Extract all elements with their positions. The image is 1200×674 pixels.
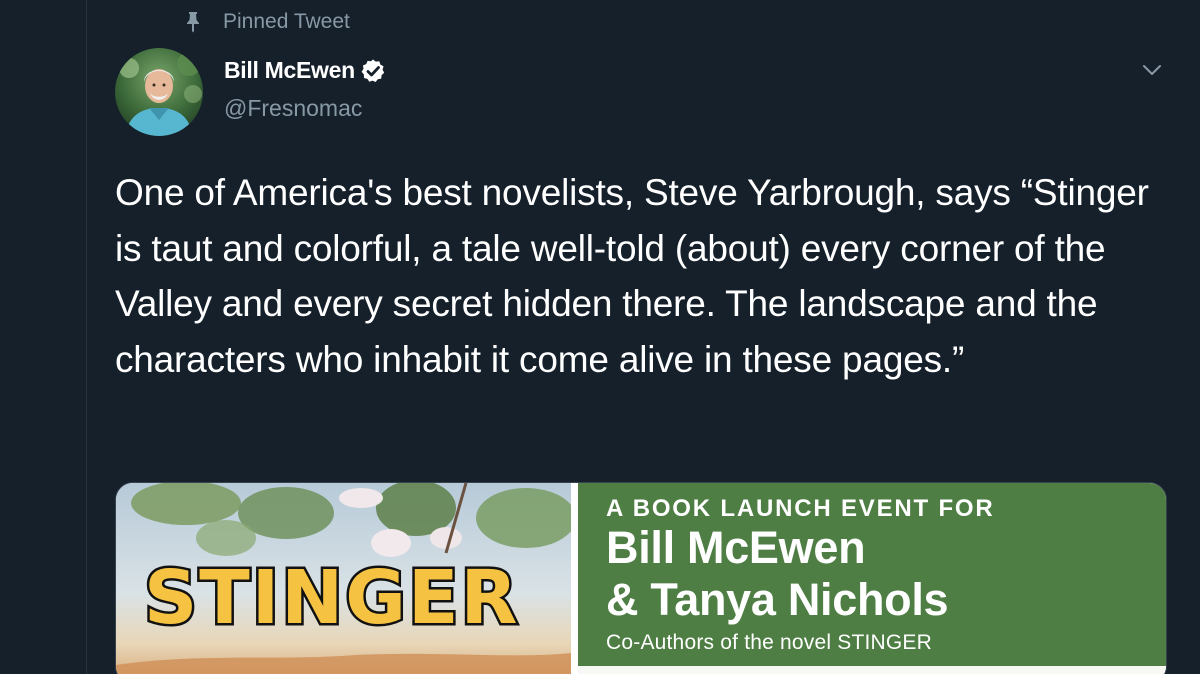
- pinned-tweet-header: Pinned Tweet: [185, 8, 350, 36]
- author-name-row[interactable]: Bill McEwen: [224, 57, 386, 84]
- tweet-text: One of America's best novelists, Steve Y…: [115, 172, 1149, 380]
- author-handle[interactable]: @Fresnomac: [224, 95, 362, 122]
- event-author-2: & Tanya Nichols: [606, 574, 949, 625]
- tweet-media-image[interactable]: STINGER A BOOK LAUNCH EVENT FOR Bill McE…: [115, 482, 1167, 674]
- event-subtitle: Co-Authors of the novel STINGER: [606, 631, 932, 654]
- avatar[interactable]: [115, 48, 203, 136]
- avatar-photo: [115, 48, 203, 136]
- book-cover-image: STINGER: [116, 483, 571, 674]
- event-panel: A BOOK LAUNCH EVENT FOR Bill McEwen & Ta…: [578, 483, 1166, 666]
- event-panel-footer: [578, 666, 1166, 674]
- author-name[interactable]: Bill McEwen: [224, 57, 355, 84]
- event-author-1: Bill McEwen: [606, 522, 866, 573]
- timeline-border: [86, 0, 87, 674]
- verified-badge-icon: [360, 58, 386, 84]
- event-kicker: A BOOK LAUNCH EVENT FOR: [606, 495, 995, 522]
- tweet-page: Pinned Tweet Bill McEwen @Fresnomac One …: [0, 0, 1200, 674]
- pinned-tweet-label: Pinned Tweet: [223, 10, 350, 33]
- pin-icon: [185, 11, 201, 33]
- book-cover-title: STINGER: [142, 553, 521, 644]
- chevron-down-icon[interactable]: [1140, 62, 1164, 78]
